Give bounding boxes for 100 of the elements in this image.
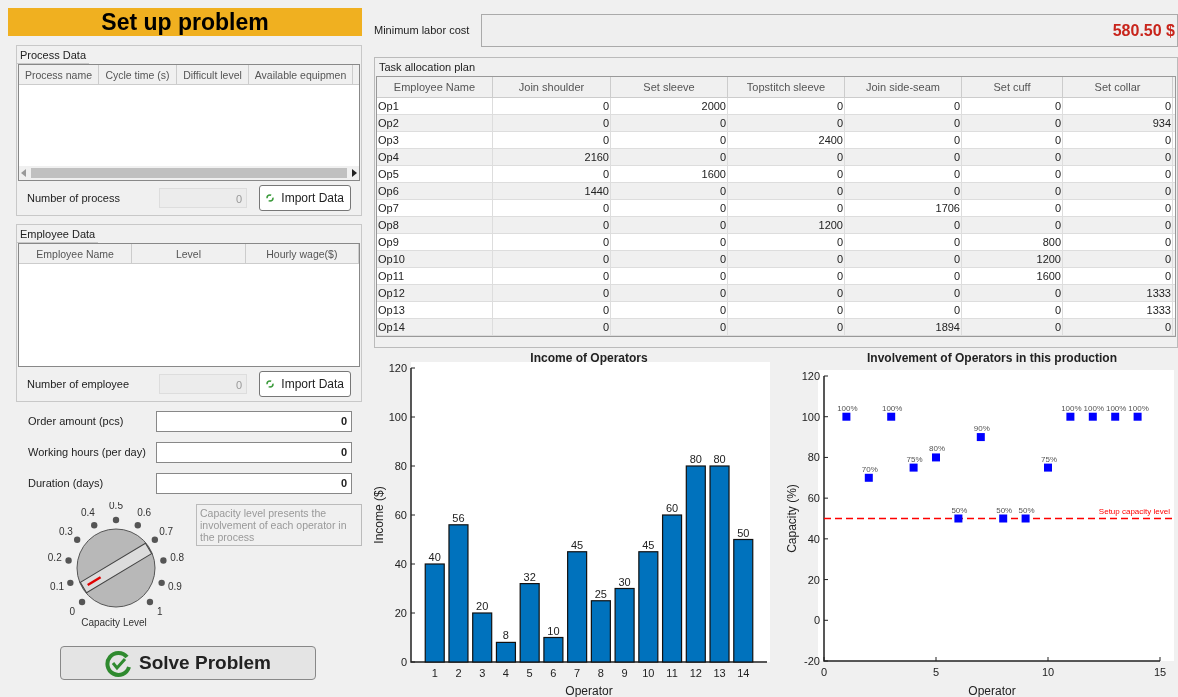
tick-label: 4 — [502, 667, 509, 679]
table-cell: 0 — [728, 251, 845, 267]
table-cell: 0 — [1063, 319, 1173, 335]
table-cell: 0 — [845, 98, 962, 114]
table-cell: 0 — [493, 132, 611, 148]
table-cell: 0 — [493, 302, 611, 318]
scroll-right-icon[interactable] — [351, 169, 357, 177]
cost-field: 580.50 $ — [481, 14, 1178, 47]
column-header: Join shoulder — [493, 77, 611, 97]
table-cell: 0 — [962, 149, 1063, 165]
tick-label: 15 — [1153, 666, 1167, 678]
table-cell: 0 — [611, 115, 728, 131]
import-button[interactable]: Import Data — [259, 185, 351, 211]
tick-label: 0 — [813, 614, 820, 627]
table-cell: 800 — [962, 234, 1063, 250]
table-cell: 0 — [962, 302, 1063, 318]
data-point — [1088, 412, 1097, 421]
data-label: 100% — [1061, 403, 1082, 413]
table-cell: 934 — [1063, 115, 1173, 131]
tick-label: 60 — [807, 492, 820, 505]
data-label: 45 — [642, 538, 655, 551]
data-point — [864, 473, 873, 482]
import-button[interactable]: Import Data — [259, 371, 351, 397]
data-label: 80 — [689, 453, 702, 465]
data-label: 75% — [1041, 454, 1057, 464]
table-cell: 0 — [493, 98, 611, 114]
data-label: 50% — [1018, 505, 1035, 515]
knob-scale-label: 0 — [69, 605, 75, 617]
data-label: 100% — [1128, 403, 1149, 413]
table-cell: 1333 — [1063, 285, 1173, 301]
solve-button[interactable]: Solve Problem — [60, 646, 316, 680]
tick-label: 7 — [574, 667, 581, 679]
table-cell: 0 — [493, 115, 611, 131]
data-point — [842, 412, 851, 421]
data-point — [999, 514, 1008, 523]
tick-label: 3 — [479, 667, 486, 679]
data-label: 8 — [502, 629, 509, 642]
table-cell: 1200 — [962, 251, 1063, 267]
field-label: Working hours (per day) — [28, 445, 147, 461]
table-cell: Op3 — [377, 132, 493, 148]
table-cell: 0 — [728, 268, 845, 284]
column-header: Cycle time (s) — [99, 65, 177, 84]
knob-scale-label: 0.1 — [50, 581, 64, 593]
knob-scale-label: 0.9 — [168, 581, 182, 593]
column-header: Set sleeve — [611, 77, 728, 97]
table-cell: Op11 — [377, 268, 493, 284]
table-cell: 2160 — [493, 149, 611, 165]
data-label: 56 — [452, 511, 465, 524]
table-cell: 0 — [845, 132, 962, 148]
input-field[interactable]: 0 — [156, 411, 352, 432]
table-cell: 2000 — [611, 98, 728, 114]
table-cell: 0 — [1063, 217, 1173, 233]
tick-label: 5 — [932, 666, 940, 678]
table-cell: Op12 — [377, 285, 493, 301]
tick-label: 100 — [388, 411, 407, 423]
table-cell: 0 — [962, 98, 1063, 114]
panel-title: Set up problem — [8, 8, 362, 36]
tick-label: 20 — [394, 607, 407, 619]
reference-label: Setup capacity level — [1098, 506, 1170, 516]
input-field[interactable]: 0 — [156, 473, 352, 494]
table-cell: 0 — [611, 251, 728, 267]
check-refresh-icon — [105, 649, 133, 677]
knob-dial[interactable] — [76, 528, 156, 608]
scrollbar-thumb[interactable] — [31, 168, 347, 178]
table-cell: Op5 — [377, 166, 493, 182]
knob-title: Capacity Level — [81, 617, 147, 628]
field-label: Order amount (pcs) — [28, 414, 125, 430]
tick-label: 40 — [394, 558, 407, 570]
count-field: 0 — [159, 374, 247, 394]
knob-scale-label: 0.4 — [80, 506, 95, 518]
table-cell: 2400 — [728, 132, 845, 148]
column-header: Hourly wage($) — [245, 244, 359, 263]
knob-tick-icon — [134, 522, 141, 529]
table-cell: 0 — [728, 319, 845, 335]
data-label: 70% — [861, 464, 878, 474]
note-box: Capacity level presents the involvement of each operator in the process — [196, 504, 362, 546]
column-header: Join side-seam — [845, 77, 962, 97]
data-label: 32 — [523, 570, 536, 583]
input-field[interactable]: 0 — [156, 442, 352, 463]
data-point — [1066, 412, 1075, 421]
tick-label: 12 — [689, 667, 702, 679]
data-label: 100% — [837, 403, 858, 413]
table-cell: Op8 — [377, 217, 493, 233]
data-point — [1021, 514, 1030, 523]
table-cell: 0 — [845, 166, 962, 182]
tick-label: 1 — [431, 667, 438, 679]
tick-label: 120 — [388, 362, 407, 374]
chart-title: Income of Operators — [530, 351, 648, 365]
column-header: Difficult level — [177, 65, 249, 84]
table-cell: 0 — [1063, 98, 1173, 114]
table-cell: 0 — [962, 200, 1063, 216]
knob-scale-label: 0.7 — [159, 525, 174, 537]
table-cell: 0 — [962, 115, 1063, 131]
table-cell: 1333 — [1063, 302, 1173, 318]
table-cell: 0 — [493, 200, 611, 216]
table-cell: 1600 — [611, 166, 728, 182]
column-header: Set collar — [1063, 77, 1173, 97]
table-cell: Op4 — [377, 149, 493, 165]
table-cell: 0 — [728, 302, 845, 318]
tick-label: 8 — [597, 667, 604, 679]
